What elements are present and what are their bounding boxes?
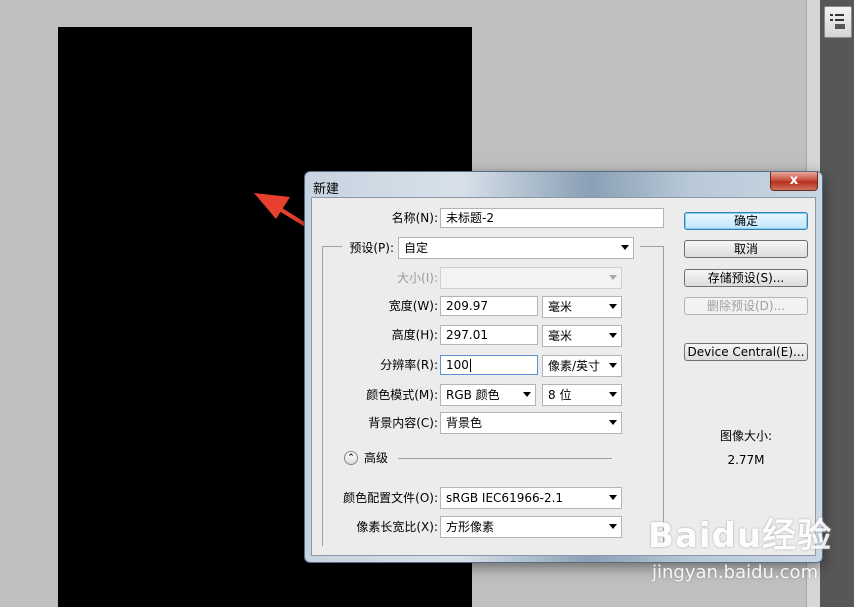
size-select — [440, 267, 622, 289]
width-unit-value: 毫米 — [548, 300, 573, 314]
preset-label: 预设(P): — [342, 238, 394, 258]
background-value: 背景色 — [446, 416, 483, 430]
width-input[interactable]: 209.97 — [440, 296, 538, 316]
pixel-aspect-value: 方形像素 — [446, 520, 495, 534]
name-input[interactable]: 未标题-2 — [440, 208, 664, 228]
chevron-down-icon — [609, 524, 617, 529]
resolution-value: 100 — [446, 358, 469, 372]
size-label: 大小(I): — [397, 271, 438, 285]
chevron-down-icon — [609, 495, 617, 500]
delete-preset-button: 删除预设(D)... — [684, 297, 808, 315]
chevron-down-icon — [609, 333, 617, 338]
advanced-toggle-button[interactable]: ⌃ — [344, 451, 358, 465]
group-box-border — [640, 246, 664, 247]
color-profile-select[interactable]: sRGB IEC61966-2.1 — [440, 487, 622, 509]
chevron-down-icon — [609, 275, 617, 280]
watermark-url: jingyan.baidu.com — [652, 562, 819, 583]
chevron-down-icon — [621, 245, 629, 250]
chevron-down-icon — [609, 420, 617, 425]
preset-value: 自定 — [404, 241, 429, 255]
background-label: 背景内容(C): — [368, 416, 438, 430]
width-unit-select[interactable]: 毫米 — [542, 296, 622, 318]
group-box-border — [322, 246, 344, 247]
chevron-down-icon — [609, 363, 617, 368]
height-input[interactable]: 297.01 — [440, 325, 538, 345]
bit-depth-select[interactable]: 8 位 — [542, 384, 622, 406]
dialog-body: 名称(N): 未标题-2 预设(P): 自定 大小(I): 宽度(W): 209… — [311, 197, 816, 556]
color-profile-label: 颜色配置文件(O): — [343, 491, 438, 505]
resolution-label: 分辨率(R): — [380, 358, 438, 372]
close-button[interactable]: x — [770, 172, 818, 191]
cancel-button[interactable]: 取消 — [684, 240, 808, 258]
resolution-input[interactable]: 100 — [440, 355, 538, 375]
device-central-button[interactable]: Device Central(E)... — [684, 343, 808, 361]
bit-depth-value: 8 位 — [548, 388, 572, 402]
height-unit-value: 毫米 — [548, 329, 573, 343]
chevron-down-icon — [523, 392, 531, 397]
background-select[interactable]: 背景色 — [440, 412, 622, 434]
preset-select[interactable]: 自定 — [398, 237, 634, 259]
save-preset-button[interactable]: 存储预设(S)... — [684, 269, 808, 287]
pixel-aspect-label: 像素长宽比(X): — [356, 520, 438, 534]
advanced-divider — [398, 458, 612, 459]
chevron-down-icon — [609, 392, 617, 397]
image-size-label: 图像大小: — [719, 429, 773, 443]
watermark-logo: Baidu经验 — [648, 516, 833, 556]
color-mode-select[interactable]: RGB 颜色 — [440, 384, 536, 406]
ok-button[interactable]: 确定 — [684, 212, 808, 230]
dialog-title: 新建 — [313, 182, 340, 197]
chevron-down-icon — [609, 304, 617, 309]
advanced-label: 高级 — [364, 451, 389, 465]
image-size-value: 2.77M — [727, 453, 765, 467]
height-label: 高度(H): — [391, 328, 438, 342]
resolution-unit-value: 像素/英寸 — [548, 359, 601, 373]
width-label: 宽度(W): — [388, 299, 438, 313]
color-profile-value: sRGB IEC61966-2.1 — [446, 491, 564, 505]
height-unit-select[interactable]: 毫米 — [542, 325, 622, 347]
baidu-watermark: Baidu经验 jingyan.baidu.com — [648, 508, 833, 583]
pixel-aspect-select[interactable]: 方形像素 — [440, 516, 622, 538]
resolution-unit-select[interactable]: 像素/英寸 — [542, 355, 622, 377]
name-label: 名称(N): — [391, 211, 438, 225]
color-mode-label: 颜色模式(M): — [366, 388, 438, 402]
color-mode-value: RGB 颜色 — [446, 388, 500, 402]
group-box-border — [663, 246, 664, 546]
text-cursor — [469, 359, 471, 372]
new-document-dialog: 新建 x 名称(N): 未标题-2 预设(P): 自定 大小(I): 宽度(W)… — [304, 171, 823, 563]
